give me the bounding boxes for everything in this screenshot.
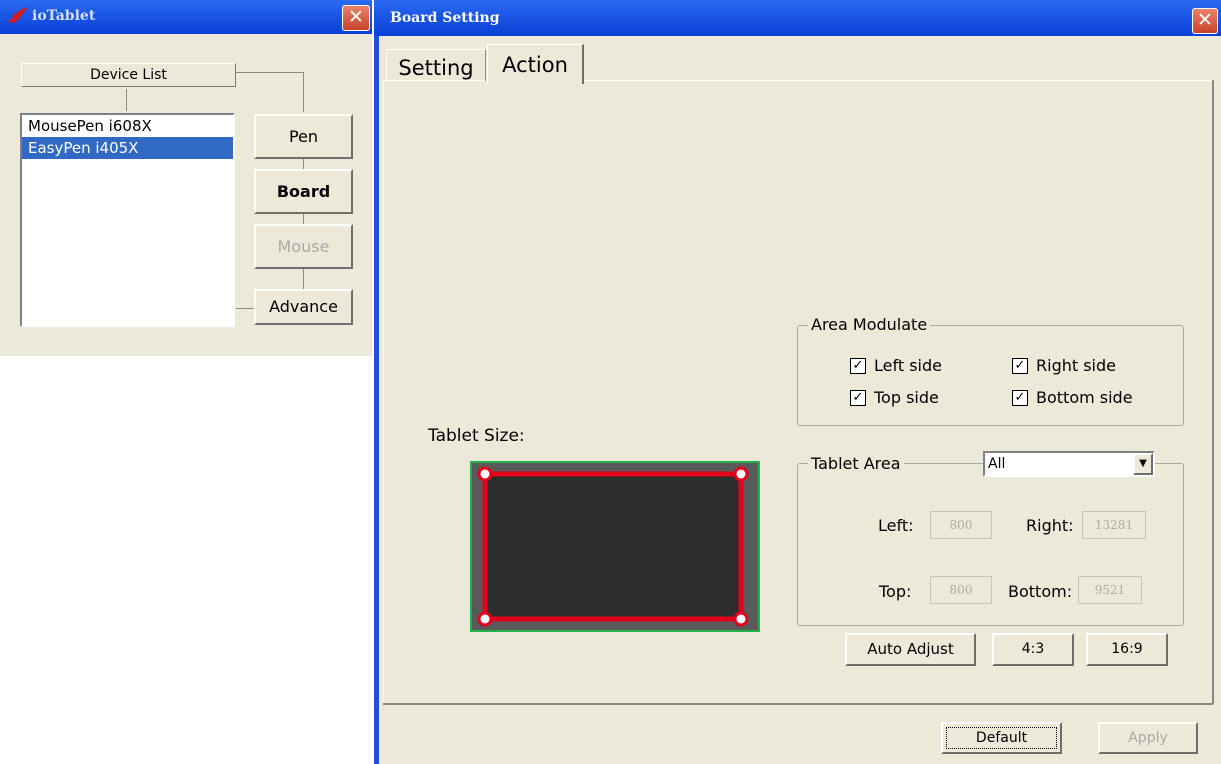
handle-icon[interactable] bbox=[733, 611, 749, 627]
advance-button[interactable]: Advance bbox=[254, 289, 353, 325]
window-title: Board Setting bbox=[390, 10, 500, 26]
top-field[interactable]: 800 bbox=[930, 576, 992, 604]
left-side-checkbox[interactable]: ✓ bbox=[850, 358, 866, 374]
close-icon[interactable]: ✕ bbox=[1192, 8, 1218, 34]
connector-line bbox=[236, 308, 254, 309]
window-title: ioTablet bbox=[32, 8, 96, 24]
right-side-checkbox[interactable]: ✓ bbox=[1012, 358, 1028, 374]
connector-line bbox=[236, 72, 304, 73]
apply-button[interactable]: Apply bbox=[1098, 722, 1198, 754]
tab-action[interactable]: Action bbox=[487, 44, 584, 84]
auto-adjust-button[interactable]: Auto Adjust bbox=[845, 633, 976, 666]
tablet-size-label: Tablet Size: bbox=[428, 426, 525, 446]
bottom-side-label: Bottom side bbox=[1036, 388, 1133, 407]
handle-icon[interactable] bbox=[477, 466, 493, 482]
device-list[interactable]: MousePen i608X EasyPen i405X bbox=[20, 113, 235, 327]
right-label: Right: bbox=[1026, 516, 1074, 535]
tablet-area-preview[interactable] bbox=[469, 460, 761, 634]
bottom-side-checkbox[interactable]: ✓ bbox=[1012, 390, 1028, 406]
area-modulate-label: Area Modulate bbox=[808, 315, 931, 334]
tab-setting[interactable]: Setting bbox=[386, 49, 486, 81]
default-button[interactable]: Default bbox=[941, 722, 1062, 754]
board-setting-title-bar[interactable]: Board Setting ✕ bbox=[374, 0, 1221, 36]
list-item[interactable]: MousePen i608X bbox=[22, 115, 233, 137]
ratio-4-3-button[interactable]: 4:3 bbox=[992, 633, 1074, 666]
right-field[interactable]: 13281 bbox=[1082, 511, 1146, 539]
close-icon[interactable]: ✕ bbox=[342, 5, 370, 31]
left-side-label: Left side bbox=[874, 356, 942, 375]
tab-panel-border bbox=[383, 80, 384, 704]
list-item-selected[interactable]: EasyPen i405X bbox=[22, 137, 233, 159]
top-side-checkbox[interactable]: ✓ bbox=[850, 390, 866, 406]
pen-button[interactable]: Pen bbox=[254, 114, 353, 159]
connector-line bbox=[303, 72, 304, 112]
handle-icon[interactable] bbox=[733, 466, 749, 482]
tab-panel-border bbox=[383, 703, 1213, 705]
dropdown-arrow-icon[interactable]: ▼ bbox=[1133, 453, 1153, 475]
tablet-area-label: Tablet Area bbox=[808, 454, 904, 473]
left-label: Left: bbox=[878, 516, 914, 535]
tablet-area-selected: All bbox=[988, 456, 1006, 472]
top-label: Top: bbox=[879, 582, 912, 601]
connector-line bbox=[303, 268, 304, 289]
iotablet-title-bar[interactable]: ioTablet ✕ bbox=[0, 0, 372, 34]
app-logo-icon bbox=[8, 7, 28, 23]
active-area[interactable] bbox=[482, 471, 744, 622]
bottom-label: Bottom: bbox=[1008, 582, 1073, 601]
board-button[interactable]: Board bbox=[254, 169, 353, 214]
tablet-area-select[interactable]: All ▼ bbox=[983, 451, 1155, 477]
ratio-16-9-button[interactable]: 16:9 bbox=[1086, 633, 1168, 666]
left-field[interactable]: 800 bbox=[930, 511, 992, 539]
top-side-label: Top side bbox=[874, 388, 939, 407]
connector-line bbox=[126, 89, 127, 111]
area-modulate-group bbox=[797, 325, 1184, 426]
tab-panel-border bbox=[1212, 80, 1214, 704]
device-list-label: Device List bbox=[21, 63, 236, 87]
handle-icon[interactable] bbox=[477, 611, 493, 627]
bottom-field[interactable]: 9521 bbox=[1078, 576, 1142, 604]
mouse-button[interactable]: Mouse bbox=[254, 224, 353, 269]
default-label: Default bbox=[946, 727, 1057, 749]
right-side-label: Right side bbox=[1036, 356, 1116, 375]
